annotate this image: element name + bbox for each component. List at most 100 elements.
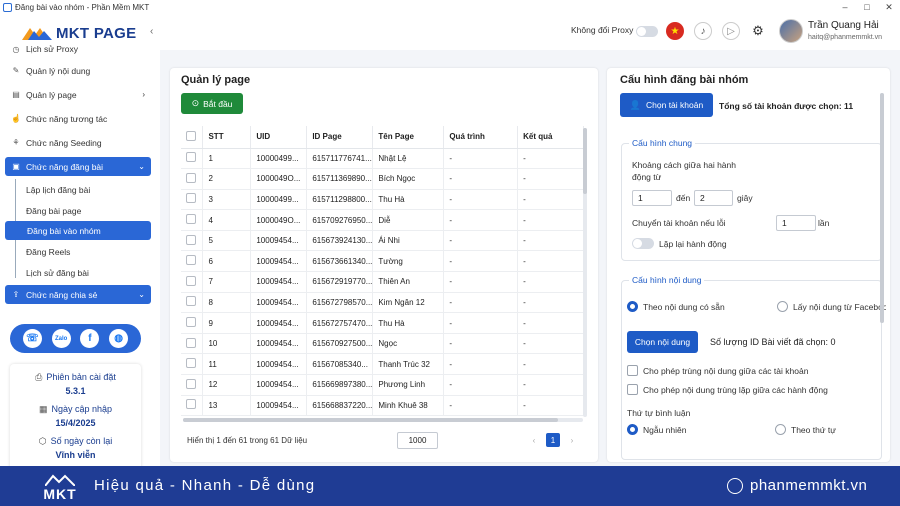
table-row[interactable]: 6 10009454... 615673661340... Tường - -: [181, 250, 584, 273]
col-id-page[interactable]: ID Page: [306, 126, 374, 149]
table-row[interactable]: 12 10009454... 615669897380... Phương Linh -…: [181, 374, 584, 396]
prev-page-button[interactable]: ‹: [527, 433, 541, 447]
proxy-toggle[interactable]: [636, 26, 658, 37]
play-icon[interactable]: ▷: [722, 22, 740, 40]
table-row[interactable]: 3 10000499... 615711298800... Thu Hà - -: [181, 189, 584, 211]
row-checkbox[interactable]: [186, 275, 196, 286]
row-checkbox[interactable]: [186, 234, 196, 245]
next-page-button[interactable]: ›: [565, 433, 579, 447]
table-hscroll-thumb[interactable]: [183, 418, 558, 422]
row-checkbox[interactable]: [186, 152, 196, 163]
cell-result: -: [517, 353, 584, 376]
table-vscrollbar[interactable]: [583, 128, 587, 417]
row-checkbox[interactable]: [186, 214, 196, 225]
interval-from-input[interactable]: 1: [632, 190, 672, 206]
history-icon: ◷: [12, 44, 20, 54]
row-checkbox-cell: [181, 395, 204, 417]
table-vscroll-thumb[interactable]: [583, 128, 587, 194]
facebook-icon[interactable]: f: [80, 329, 100, 348]
cell-stt: 11: [202, 353, 252, 376]
radio-random-order[interactable]: [627, 424, 638, 435]
sidebar-item-proxy-history[interactable]: ◷ Lịch sử Proxy: [5, 42, 151, 54]
allow-dup-accounts-checkbox[interactable]: [627, 365, 638, 376]
radio-facebook-content[interactable]: [777, 301, 788, 312]
start-button[interactable]: ⊙ Bắt đầu: [181, 93, 243, 114]
col-page-name[interactable]: Tên Page: [372, 126, 445, 149]
subitem-post-history[interactable]: Lịch sử đăng bài: [26, 268, 89, 278]
table-row[interactable]: 1 10000499... 615711776741... Nhật Lệ - -: [181, 148, 584, 170]
subitem-group-post[interactable]: Đăng bài vào nhóm: [5, 221, 151, 240]
gear-icon[interactable]: ⚙: [749, 22, 767, 40]
table-row[interactable]: 10 10009454... 615670927500... Ngọc - -: [181, 333, 584, 355]
page-size-select[interactable]: 1000: [397, 432, 438, 449]
bell-icon[interactable]: ♪: [694, 22, 712, 40]
page-button-1[interactable]: 1: [546, 433, 560, 447]
row-checkbox-cell: [181, 312, 204, 334]
table-row[interactable]: 9 10009454... 615672757470... Thu Hà - -: [181, 312, 584, 334]
collapse-sidebar-icon[interactable]: ‹: [150, 26, 153, 37]
repeat-toggle[interactable]: [632, 238, 654, 249]
cell-id-page: 615669897380...: [306, 374, 374, 396]
close-icon[interactable]: ✕: [878, 0, 900, 14]
sidebar-item-seeding[interactable]: ⚘ Chức năng Seeding: [5, 133, 151, 152]
minimize-icon[interactable]: –: [834, 0, 856, 14]
choose-account-button[interactable]: 👤 Chọn tài khoản: [620, 93, 713, 117]
sidebar-item-share[interactable]: ⇪ Chức năng chia sẻ ⌄: [5, 285, 151, 304]
sidebar-item-page[interactable]: ▤ Quản lý page ›: [5, 85, 151, 104]
row-checkbox[interactable]: [186, 317, 196, 328]
radio-sequential-order[interactable]: [775, 424, 786, 435]
sidebar-item-interact[interactable]: ☝ Chức năng tương tác: [5, 109, 151, 128]
zalo-icon[interactable]: Zalo: [51, 329, 71, 348]
globe-icon[interactable]: ◍: [109, 329, 129, 348]
subitem-page-post[interactable]: Đăng bài page: [26, 206, 81, 216]
row-checkbox[interactable]: [186, 399, 196, 410]
table-row[interactable]: 13 10009454... 615668837220... Minh Khuê 38…: [181, 395, 584, 417]
row-checkbox[interactable]: [186, 358, 196, 369]
table-row[interactable]: 4 1000049O... 615709276950... Diễ - -: [181, 209, 584, 231]
cell-id-page: 615668837220...: [306, 395, 374, 417]
row-checkbox[interactable]: [186, 193, 196, 204]
cell-progress: -: [443, 395, 519, 417]
subitem-reels[interactable]: Đăng Reels: [26, 247, 70, 257]
cell-page-name: Thu Hà: [372, 312, 445, 334]
radio-available-content[interactable]: [627, 301, 638, 312]
times-label: lần: [818, 218, 830, 228]
app-icon: [3, 2, 12, 12]
col-result[interactable]: Kết quả: [517, 126, 584, 149]
pagination-info: Hiển thị 1 đến 61 trong 61 Dữ liệu: [187, 436, 308, 445]
row-checkbox[interactable]: [186, 378, 196, 389]
interval-to-input[interactable]: 2: [694, 190, 733, 206]
table-row[interactable]: 8 10009454... 615672798570... Kim Ngân 12- -: [181, 292, 584, 314]
row-checkbox[interactable]: [186, 172, 196, 183]
vietnam-flag-icon[interactable]: ★: [666, 22, 684, 40]
table-hscrollbar[interactable]: [183, 418, 583, 422]
config-vscrollbar[interactable]: [880, 93, 884, 323]
col-uid[interactable]: UID: [250, 126, 308, 149]
col-progress[interactable]: Quá trình: [443, 126, 519, 149]
table-row[interactable]: 5 10009454... 615673924130... Ái Nhi - -: [181, 230, 584, 252]
banner-website[interactable]: phanmemmkt.vn: [750, 477, 867, 494]
select-all-checkbox[interactable]: [186, 130, 196, 141]
table-row[interactable]: 7 10009454... 615672919770... Thiên An - -: [181, 271, 584, 293]
config-vscroll-thumb[interactable]: [880, 93, 884, 323]
switch-account-input[interactable]: 1: [776, 215, 816, 231]
support-icon[interactable]: ☏: [22, 329, 42, 348]
sidebar-item-content[interactable]: ✎ Quản lý nội dung: [5, 61, 151, 80]
choose-content-button[interactable]: Chọn nội dung: [627, 331, 698, 353]
row-checkbox[interactable]: [186, 337, 196, 348]
maximize-icon[interactable]: □: [856, 0, 878, 14]
days-label: Số ngày còn lại: [50, 436, 113, 446]
avatar[interactable]: [779, 19, 803, 43]
table-row[interactable]: 11 10009454... 61567085340... Thanh Trúc 32…: [181, 353, 584, 376]
proxy-label: Không đổi Proxy: [571, 25, 634, 35]
table-row[interactable]: 2 1000049O... 615711369890... Bích Ngọc - -: [181, 168, 584, 190]
row-checkbox[interactable]: [186, 296, 196, 307]
user-name: Trần Quang Hải: [808, 20, 879, 31]
sidebar-item-post[interactable]: ▣ Chức năng đăng bài ⌄: [5, 157, 151, 176]
col-stt[interactable]: STT: [202, 126, 252, 149]
subitem-schedule[interactable]: Lập lịch đăng bài: [26, 185, 90, 195]
allow-dup-actions-checkbox[interactable]: [627, 384, 638, 395]
cell-id-page: 615673661340...: [306, 250, 374, 273]
row-checkbox[interactable]: [186, 255, 196, 266]
cell-page-name: Kim Ngân 12: [372, 292, 445, 314]
